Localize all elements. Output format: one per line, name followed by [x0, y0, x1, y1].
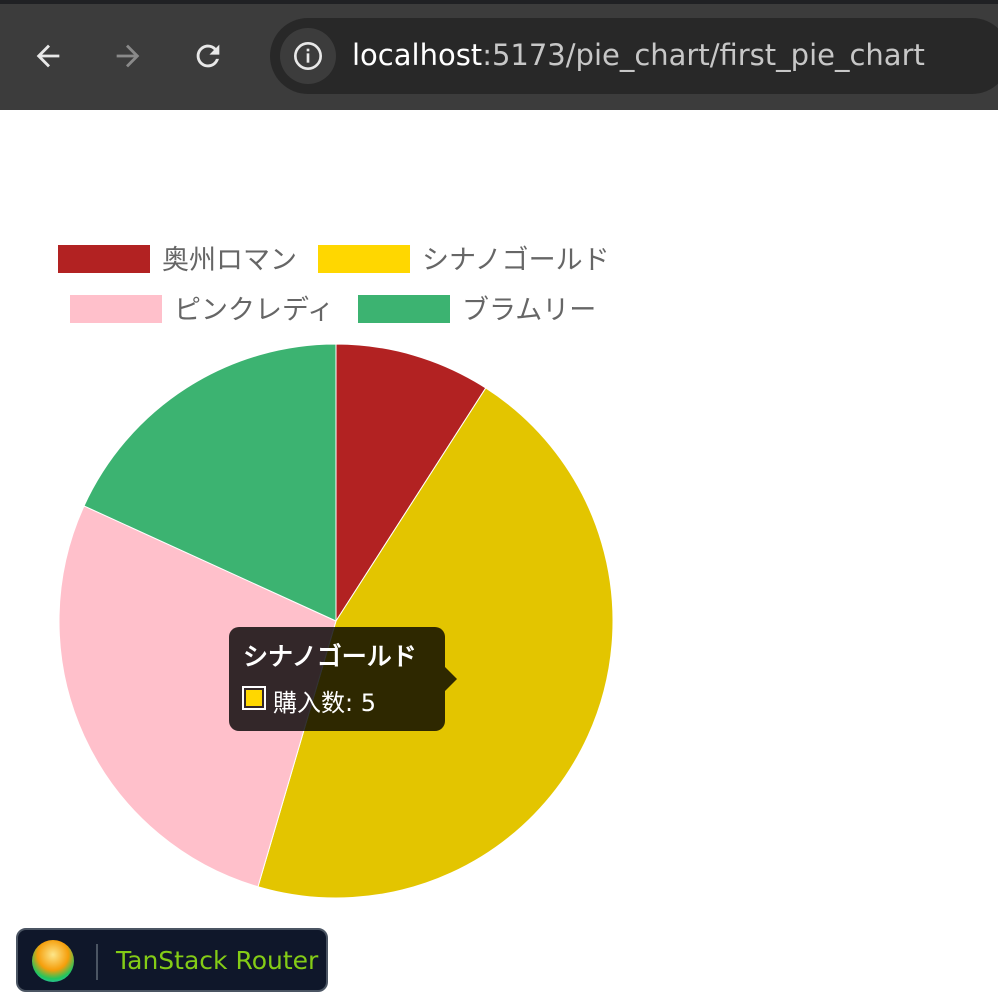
forward-button[interactable] — [104, 32, 152, 80]
pie-chart: 奥州ロマン シナノゴールドピンクレディ ブラムリー — [58, 245, 614, 899]
legend-swatch[interactable] — [70, 295, 162, 323]
chart-tooltip: シナノゴールド 購入数: 5 — [229, 627, 445, 731]
tanstack-router-devtools-button[interactable]: TanStack Router — [16, 928, 328, 992]
url-text[interactable]: localhost:5173/pie_chart/first_pie_chart — [352, 38, 925, 72]
tanstack-logo-icon — [32, 940, 74, 982]
reload-button[interactable] — [184, 32, 232, 80]
url-path: :5173/pie_chart/first_pie_chart — [482, 38, 925, 72]
tooltip-color-fill — [246, 690, 262, 706]
info-circle-icon — [294, 42, 322, 70]
address-bar[interactable]: localhost:5173/pie_chart/first_pie_chart — [270, 18, 998, 94]
pie-slices — [58, 343, 614, 899]
tooltip-body: 購入数: 5 — [273, 689, 376, 717]
legend-label[interactable]: 奥州ロマン — [162, 245, 297, 276]
url-host: localhost — [352, 38, 483, 72]
legend-swatch[interactable] — [358, 295, 450, 323]
legend-label[interactable]: ピンクレディ — [174, 295, 334, 326]
legend-label[interactable]: シナノゴールド — [422, 245, 610, 276]
forward-arrow-icon — [116, 44, 140, 68]
tab-strip — [0, 0, 998, 4]
legend-swatch[interactable] — [58, 245, 150, 273]
reload-icon — [196, 44, 220, 68]
legend-label[interactable]: ブラムリー — [462, 295, 596, 326]
legend-swatch[interactable] — [318, 245, 410, 273]
router-label: TanStack Router — [116, 946, 319, 975]
badge-divider — [96, 944, 98, 980]
tooltip-arrow — [445, 667, 457, 691]
browser-toolbar: localhost:5173/pie_chart/first_pie_chart — [0, 0, 998, 110]
back-arrow-icon — [36, 44, 60, 68]
chart-legend: 奥州ロマン シナノゴールドピンクレディ ブラムリー — [58, 245, 610, 326]
site-info-icon[interactable] — [280, 28, 336, 84]
tooltip-color-swatch — [242, 686, 266, 710]
tooltip-title: シナノゴールド — [243, 642, 417, 671]
back-button[interactable] — [24, 32, 72, 80]
